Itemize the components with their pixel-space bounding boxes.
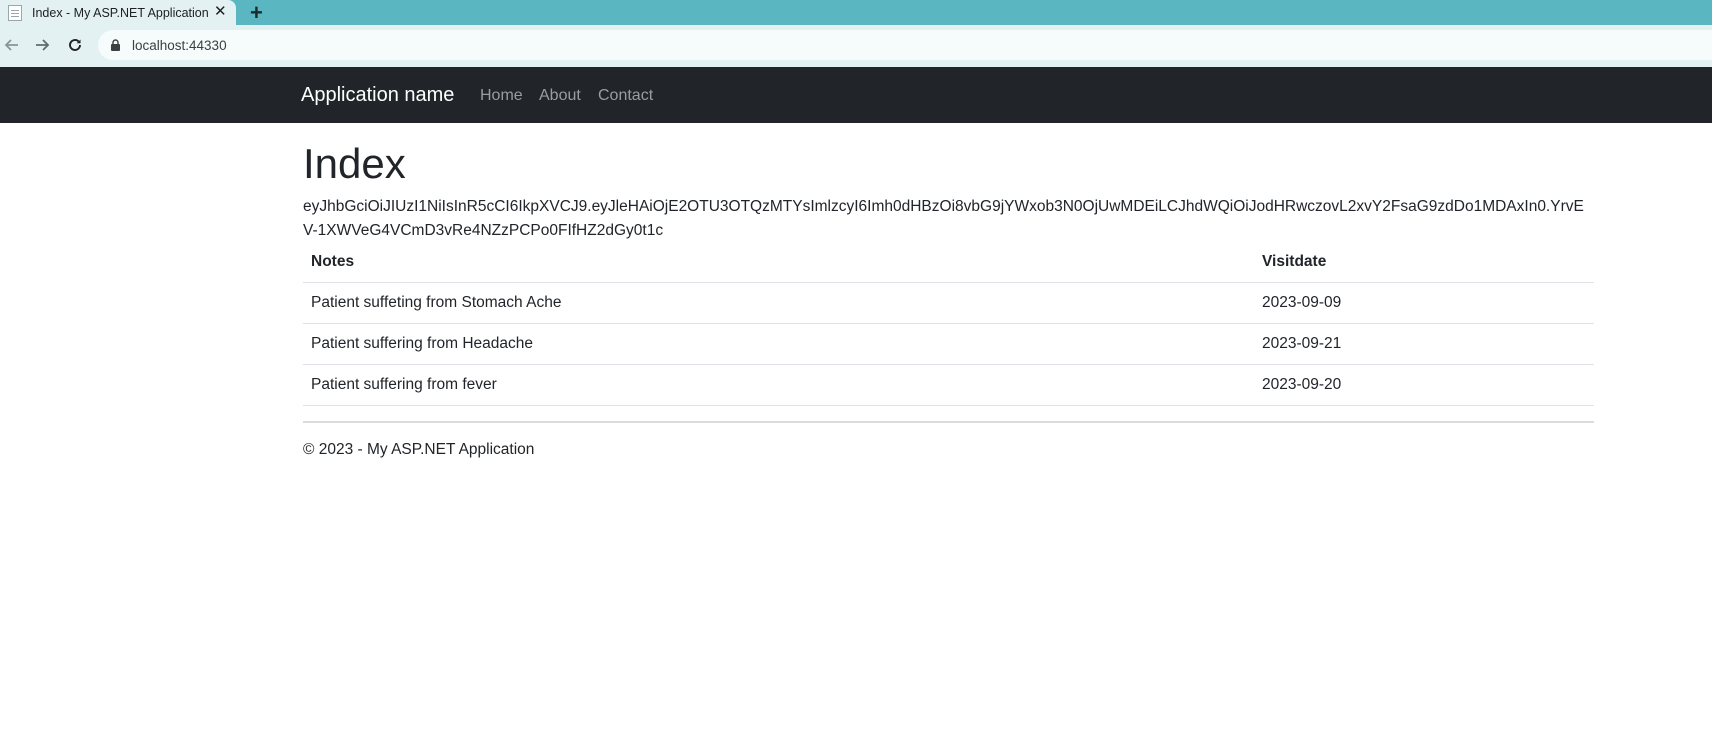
table-header-row: Notes Visitdate [303,242,1594,283]
header-visitdate: Visitdate [1254,242,1594,283]
tab-title: Index - My ASP.NET Application [32,5,209,20]
close-icon[interactable]: ✕ [214,3,227,21]
address-bar[interactable]: localhost:44330 [98,30,1712,60]
navbar-brand[interactable]: Application name [301,84,454,107]
table-row: Patient suffering from fever 2023-09-20 [303,364,1594,406]
nav-link-about[interactable]: About [539,87,581,105]
jwt-token-text: eyJhbGciOiJIUzI1NiIsInR5cCI6IkpXVCJ9.eyJ… [303,198,1584,239]
footer-copyright: © 2023 - My ASP.NET Application [303,441,535,458]
header-notes: Notes [303,242,1254,283]
page-favicon-icon [8,4,22,21]
cell-notes: Patient suffering from fever [303,364,1254,406]
site-navbar: Application name Home About Contact [0,67,1712,123]
table-row: Patient suffeting from Stomach Ache 2023… [303,282,1594,324]
url-text: localhost:44330 [132,37,227,53]
reload-icon[interactable] [63,33,87,57]
visits-table: Notes Visitdate Patient suffeting from S… [303,242,1594,406]
cell-notes: Patient suffeting from Stomach Ache [303,282,1254,324]
plus-icon[interactable]: + [250,0,263,25]
browser-tab[interactable]: Index - My ASP.NET Application ✕ [0,0,236,25]
cell-notes: Patient suffering from Headache [303,323,1254,365]
browser-toolbar: localhost:44330 [0,25,1712,67]
forward-arrow-icon[interactable] [30,33,54,57]
cell-visitdate: 2023-09-09 [1254,282,1594,324]
cell-visitdate: 2023-09-21 [1254,323,1594,365]
lock-icon [111,39,120,51]
cell-visitdate: 2023-09-20 [1254,364,1594,406]
back-arrow-icon[interactable] [0,33,24,57]
page-title: Index [303,140,406,187]
table-row: Patient suffering from Headache 2023-09-… [303,323,1594,365]
nav-link-contact[interactable]: Contact [598,87,653,105]
browser-tab-strip: Index - My ASP.NET Application ✕ + [0,0,1712,25]
footer-divider [303,421,1594,423]
nav-link-home[interactable]: Home [480,87,523,105]
